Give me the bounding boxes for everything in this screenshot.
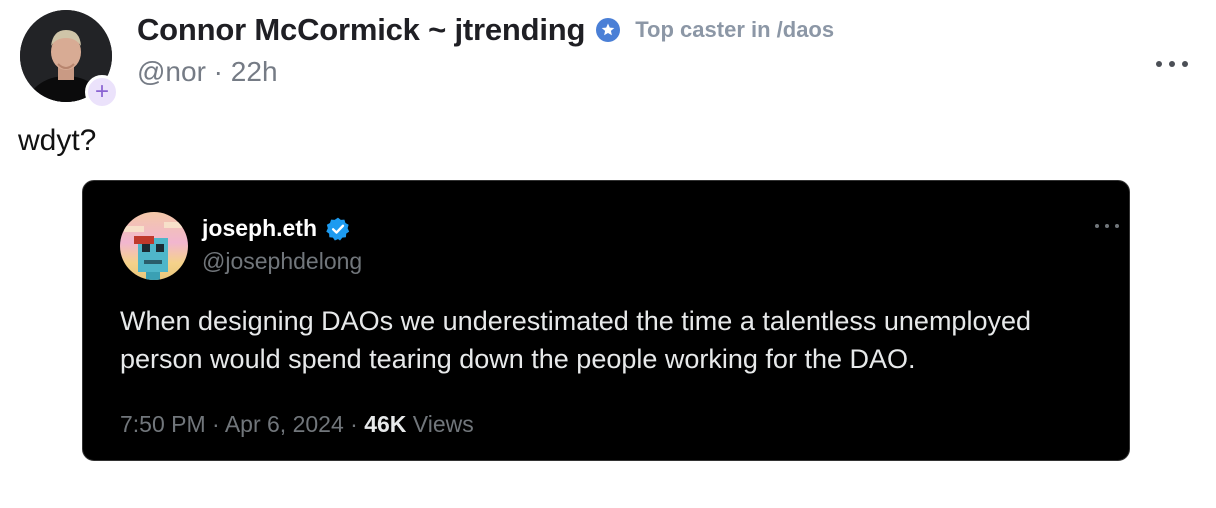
cast-subheader: @nor · 22h [137,56,278,88]
star-badge-icon [595,17,621,43]
more-dot [1182,61,1188,67]
more-dot [1115,224,1119,228]
quoted-post-time[interactable]: 7:50 PM [120,411,206,437]
quoted-author-row: joseph.eth [202,215,351,242]
more-dot [1169,61,1175,67]
cast-text: wdyt? [18,124,97,157]
quoted-author-handle[interactable]: @josephdelong [202,248,362,275]
channel-rank-label[interactable]: Top caster in /daos [635,17,834,43]
cast-header: Connor McCormick ~ jtrending Top caster … [137,12,834,48]
more-horizontal-icon [1156,61,1162,67]
more-dot [1105,224,1109,228]
meta-separator: · [205,56,231,87]
author-handle[interactable]: @nor [137,56,206,87]
quoted-author-avatar[interactable] [120,212,188,280]
quoted-post-text: When designing DAOs we underestimated th… [120,306,1031,374]
quoted-post[interactable]: joseph.eth @josephdelong When designing … [82,180,1130,461]
quoted-more-button[interactable] [1095,221,1119,231]
author-name[interactable]: Connor McCormick ~ jtrending [137,12,585,48]
views-label: Views [406,411,474,437]
meta-separator: · [205,411,225,437]
views-count: 46K [364,411,407,437]
cast-time[interactable]: 22h [231,56,278,87]
plus-icon: + [94,78,109,105]
quoted-author-name[interactable]: joseph.eth [202,215,317,242]
author-avatar-wrap: + [20,10,119,109]
more-horizontal-icon [1095,224,1099,228]
verified-check-icon [325,216,351,242]
follow-button[interactable]: + [85,75,119,109]
meta-separator: · [343,411,365,437]
quoted-post-meta: 7:50 PM · Apr 6, 2024 · 46K Views [120,411,474,438]
quoted-post-date[interactable]: Apr 6, 2024 [225,411,344,437]
more-options-button[interactable] [1156,52,1188,76]
